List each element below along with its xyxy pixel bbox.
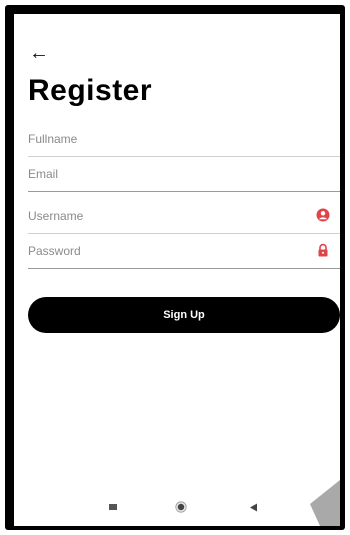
lock-icon	[318, 243, 328, 257]
back-button[interactable]: ←	[28, 42, 50, 64]
sign-up-button[interactable]: Sign Up	[28, 297, 340, 333]
android-nav-bar	[14, 486, 340, 526]
username-input[interactable]	[28, 205, 298, 227]
fullname-input[interactable]	[28, 128, 298, 150]
fullname-field	[28, 122, 340, 157]
password-input[interactable]	[28, 240, 298, 262]
password-field	[28, 234, 340, 269]
home-button[interactable]	[174, 500, 188, 514]
user-circle-icon	[316, 208, 330, 222]
recents-button[interactable]	[106, 500, 120, 514]
register-screen: ← Register Sign Up	[14, 14, 340, 526]
square-recents-icon	[109, 504, 117, 510]
username-field	[28, 199, 340, 234]
page-title: Register	[28, 74, 153, 107]
arrow-left-icon: ←	[29, 42, 49, 64]
triangle-back-icon	[249, 503, 257, 511]
corner-overlay-decoration	[310, 480, 340, 526]
email-field	[28, 157, 340, 192]
circle-home-icon	[175, 501, 187, 513]
system-back-button[interactable]	[246, 500, 260, 514]
email-input[interactable]	[28, 163, 298, 185]
